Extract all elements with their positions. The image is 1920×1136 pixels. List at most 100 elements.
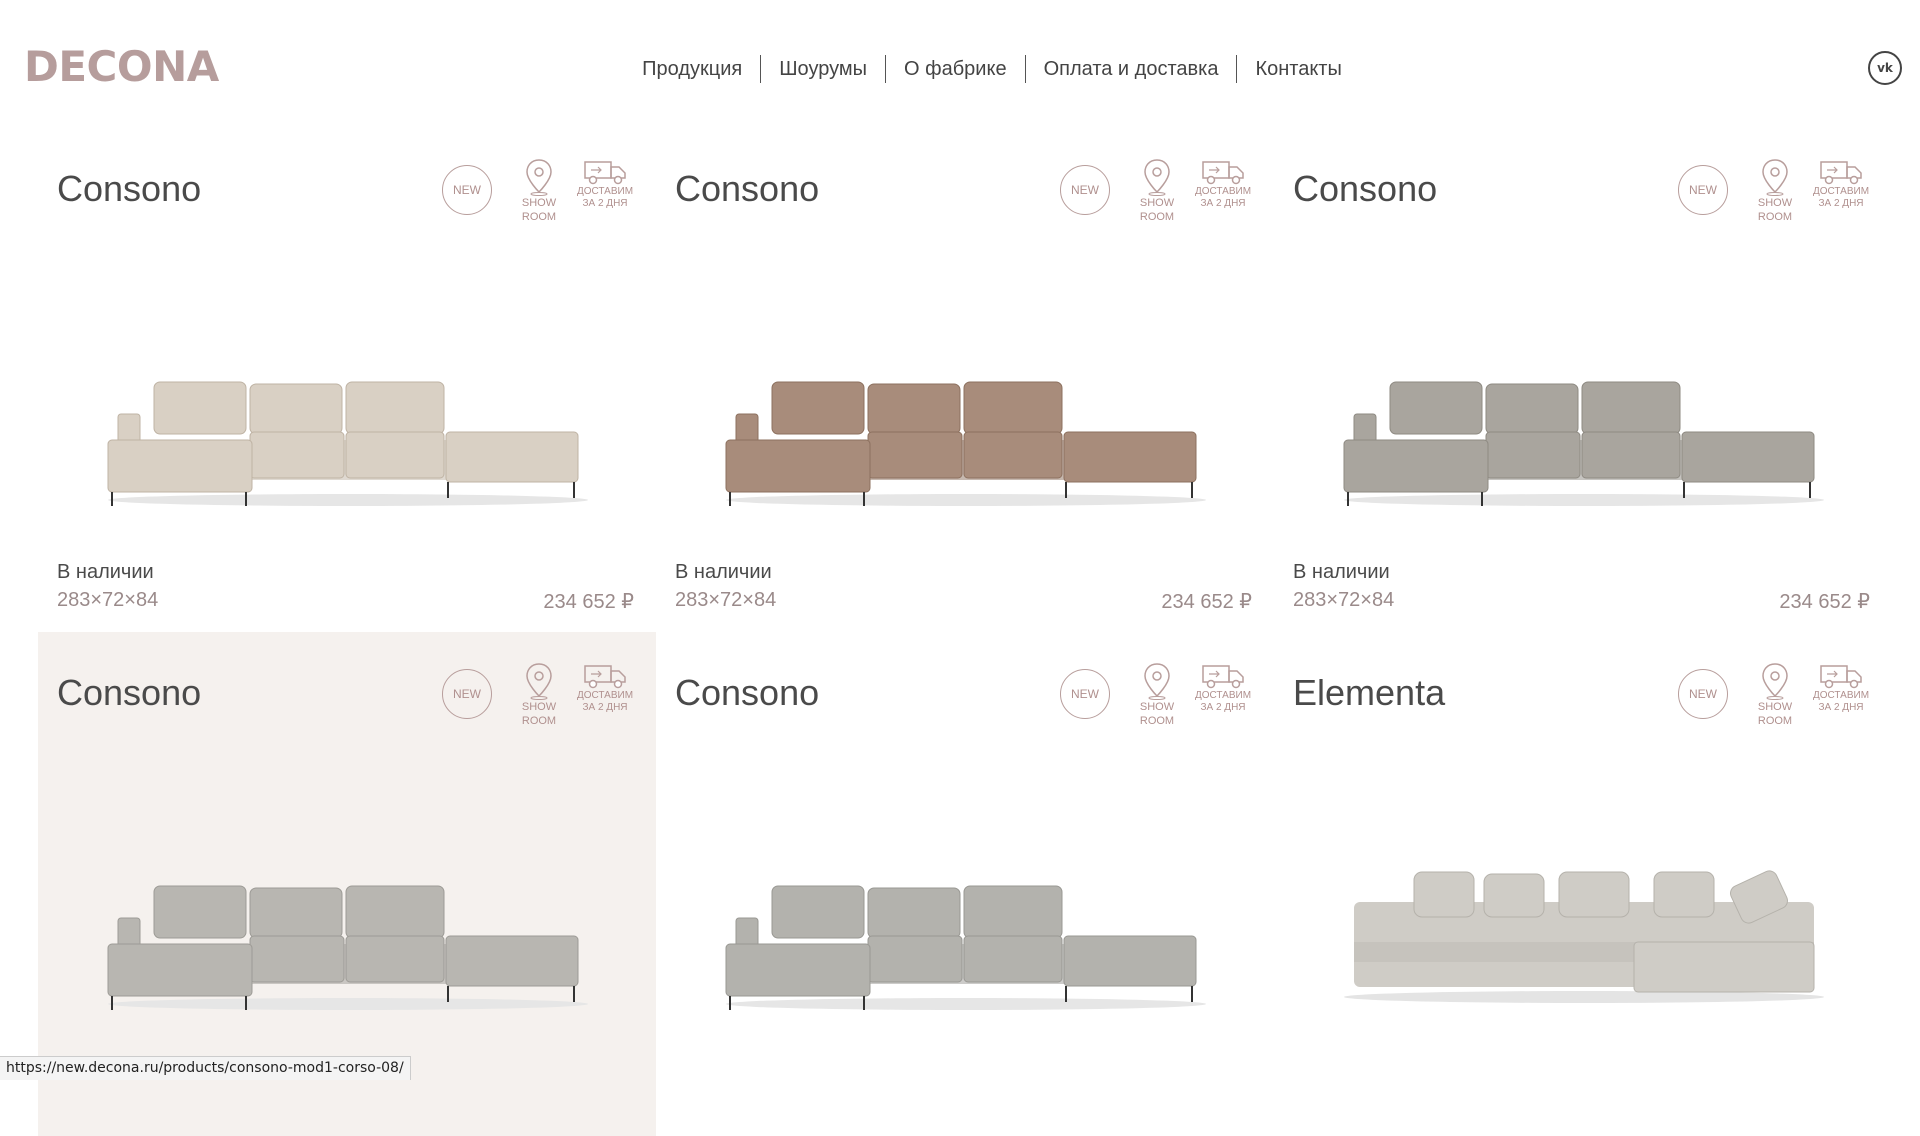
delivery-badge: ДОСТАВИМ ЗА 2 ДНЯ	[1194, 158, 1252, 210]
product-image[interactable]	[98, 832, 598, 1012]
status-bar-url: https://new.decona.ru/products/consono-m…	[0, 1056, 411, 1080]
product-image[interactable]	[98, 328, 598, 508]
showroom-label-line2: ROOM	[522, 210, 556, 224]
map-pin-icon	[1143, 662, 1171, 700]
delivery-badge: ДОСТАВИМ ЗА 2 ДНЯ	[576, 158, 634, 210]
stock-status: В наличии	[57, 561, 154, 584]
sofa-image	[1334, 832, 1834, 1012]
showroom-badge: SHOW ROOM	[510, 662, 568, 728]
delivery-label-line2: ЗА 2 ДНЯ	[582, 702, 627, 714]
delivery-label-line1: ДОСТАВИМ	[1195, 186, 1251, 198]
vk-icon[interactable]: vk	[1868, 51, 1902, 85]
nav-item-products[interactable]: Продукция	[624, 55, 760, 83]
product-card[interactable]: Consono NEW SHOW ROOM ДОСТАВИМ ЗА 2 ДНЯ	[38, 128, 656, 632]
product-price: 234 652 ₽	[1779, 589, 1870, 614]
map-pin-icon	[525, 662, 553, 700]
sofa-image	[716, 832, 1216, 1012]
product-price: 234 652 ₽	[1161, 589, 1252, 614]
stock-status: В наличии	[675, 561, 772, 584]
new-badge: NEW	[1060, 669, 1110, 719]
sofa-image	[98, 328, 598, 508]
new-badge: NEW	[1060, 165, 1110, 215]
new-badge: NEW	[1678, 669, 1728, 719]
product-image[interactable]	[716, 832, 1216, 1012]
delivery-badge: ДОСТАВИМ ЗА 2 ДНЯ	[1812, 662, 1870, 714]
delivery-label-line2: ЗА 2 ДНЯ	[1200, 198, 1245, 210]
map-pin-icon	[1761, 158, 1789, 196]
showroom-badge: SHOW ROOM	[1746, 158, 1804, 224]
product-badges: NEW SHOW ROOM ДОСТАВИМ ЗА 2 ДНЯ	[1678, 662, 1870, 728]
delivery-badge: ДОСТАВИМ ЗА 2 ДНЯ	[1194, 662, 1252, 714]
delivery-label-line2: ЗА 2 ДНЯ	[1200, 702, 1245, 714]
product-card[interactable]: Consono NEW SHOW ROOM ДОСТАВИМ ЗА 2 ДНЯ	[656, 632, 1274, 1136]
product-dimensions: 283×72×84	[675, 589, 776, 612]
showroom-label-line2: ROOM	[1758, 210, 1792, 224]
delivery-badge: ДОСТАВИМ ЗА 2 ДНЯ	[1812, 158, 1870, 210]
showroom-label-line1: SHOW	[1758, 196, 1792, 210]
showroom-label-line2: ROOM	[1758, 714, 1792, 728]
product-price: 234 652 ₽	[543, 589, 634, 614]
main-nav: Продукция Шоурумы О фабрике Оплата и дос…	[0, 55, 1920, 83]
product-badges: NEW SHOW ROOM ДОСТАВИМ ЗА 2 ДНЯ	[1060, 158, 1252, 224]
showroom-label-line1: SHOW	[1758, 700, 1792, 714]
product-title[interactable]: Consono	[57, 168, 201, 210]
delivery-badge: ДОСТАВИМ ЗА 2 ДНЯ	[576, 662, 634, 714]
delivery-label-line2: ЗА 2 ДНЯ	[582, 198, 627, 210]
product-badges: NEW SHOW ROOM ДОСТАВИМ ЗА 2 ДНЯ	[442, 158, 634, 224]
sofa-image	[1334, 328, 1834, 508]
product-badges: NEW SHOW ROOM ДОСТАВИМ ЗА 2 ДНЯ	[1060, 662, 1252, 728]
product-badges: NEW SHOW ROOM ДОСТАВИМ ЗА 2 ДНЯ	[442, 662, 634, 728]
delivery-truck-icon	[583, 662, 627, 690]
site-header: DECONA Продукция Шоурумы О фабрике Оплат…	[0, 0, 1920, 130]
new-badge: NEW	[442, 669, 492, 719]
map-pin-icon	[525, 158, 553, 196]
sofa-image	[98, 832, 598, 1012]
delivery-label-line1: ДОСТАВИМ	[1195, 690, 1251, 702]
product-card[interactable]: Consono NEW SHOW ROOM ДОСТАВИМ ЗА 2 ДНЯ	[656, 128, 1274, 632]
map-pin-icon	[1143, 158, 1171, 196]
showroom-label-line2: ROOM	[1140, 210, 1174, 224]
delivery-label-line1: ДОСТАВИМ	[1813, 690, 1869, 702]
nav-item-showrooms[interactable]: Шоурумы	[761, 55, 885, 83]
product-image[interactable]	[1334, 832, 1834, 1012]
product-title[interactable]: Consono	[675, 672, 819, 714]
new-badge: NEW	[442, 165, 492, 215]
delivery-truck-icon	[1819, 158, 1863, 186]
sofa-image	[716, 328, 1216, 508]
showroom-label-line1: SHOW	[522, 700, 556, 714]
showroom-badge: SHOW ROOM	[1746, 662, 1804, 728]
delivery-truck-icon	[583, 158, 627, 186]
product-title[interactable]: Consono	[1293, 168, 1437, 210]
product-dimensions: 283×72×84	[1293, 589, 1394, 612]
product-badges: NEW SHOW ROOM ДОСТАВИМ ЗА 2 ДНЯ	[1678, 158, 1870, 224]
showroom-label-line1: SHOW	[1140, 196, 1174, 210]
product-title[interactable]: Consono	[57, 672, 201, 714]
delivery-truck-icon	[1819, 662, 1863, 690]
showroom-label-line1: SHOW	[1140, 700, 1174, 714]
product-image[interactable]	[716, 328, 1216, 508]
product-title[interactable]: Consono	[675, 168, 819, 210]
nav-item-contacts[interactable]: Контакты	[1237, 55, 1359, 83]
showroom-label-line1: SHOW	[522, 196, 556, 210]
showroom-badge: SHOW ROOM	[510, 158, 568, 224]
product-image[interactable]	[1334, 328, 1834, 508]
product-dimensions: 283×72×84	[57, 589, 158, 612]
delivery-label-line1: ДОСТАВИМ	[1813, 186, 1869, 198]
nav-item-payment-delivery[interactable]: Оплата и доставка	[1026, 55, 1237, 83]
delivery-truck-icon	[1201, 662, 1245, 690]
stock-status: В наличии	[1293, 561, 1390, 584]
delivery-label-line2: ЗА 2 ДНЯ	[1818, 198, 1863, 210]
map-pin-icon	[1761, 662, 1789, 700]
showroom-badge: SHOW ROOM	[1128, 662, 1186, 728]
showroom-badge: SHOW ROOM	[1128, 158, 1186, 224]
delivery-label-line2: ЗА 2 ДНЯ	[1818, 702, 1863, 714]
new-badge: NEW	[1678, 165, 1728, 215]
product-card[interactable]: Elementa NEW SHOW ROOM ДОСТАВИМ ЗА 2 ДНЯ	[1274, 632, 1892, 1136]
delivery-label-line1: ДОСТАВИМ	[577, 690, 633, 702]
showroom-label-line2: ROOM	[1140, 714, 1174, 728]
delivery-truck-icon	[1201, 158, 1245, 186]
product-title[interactable]: Elementa	[1293, 672, 1445, 714]
nav-item-about[interactable]: О фабрике	[886, 55, 1025, 83]
showroom-label-line2: ROOM	[522, 714, 556, 728]
product-card[interactable]: Consono NEW SHOW ROOM ДОСТАВИМ ЗА 2 ДНЯ	[1274, 128, 1892, 632]
